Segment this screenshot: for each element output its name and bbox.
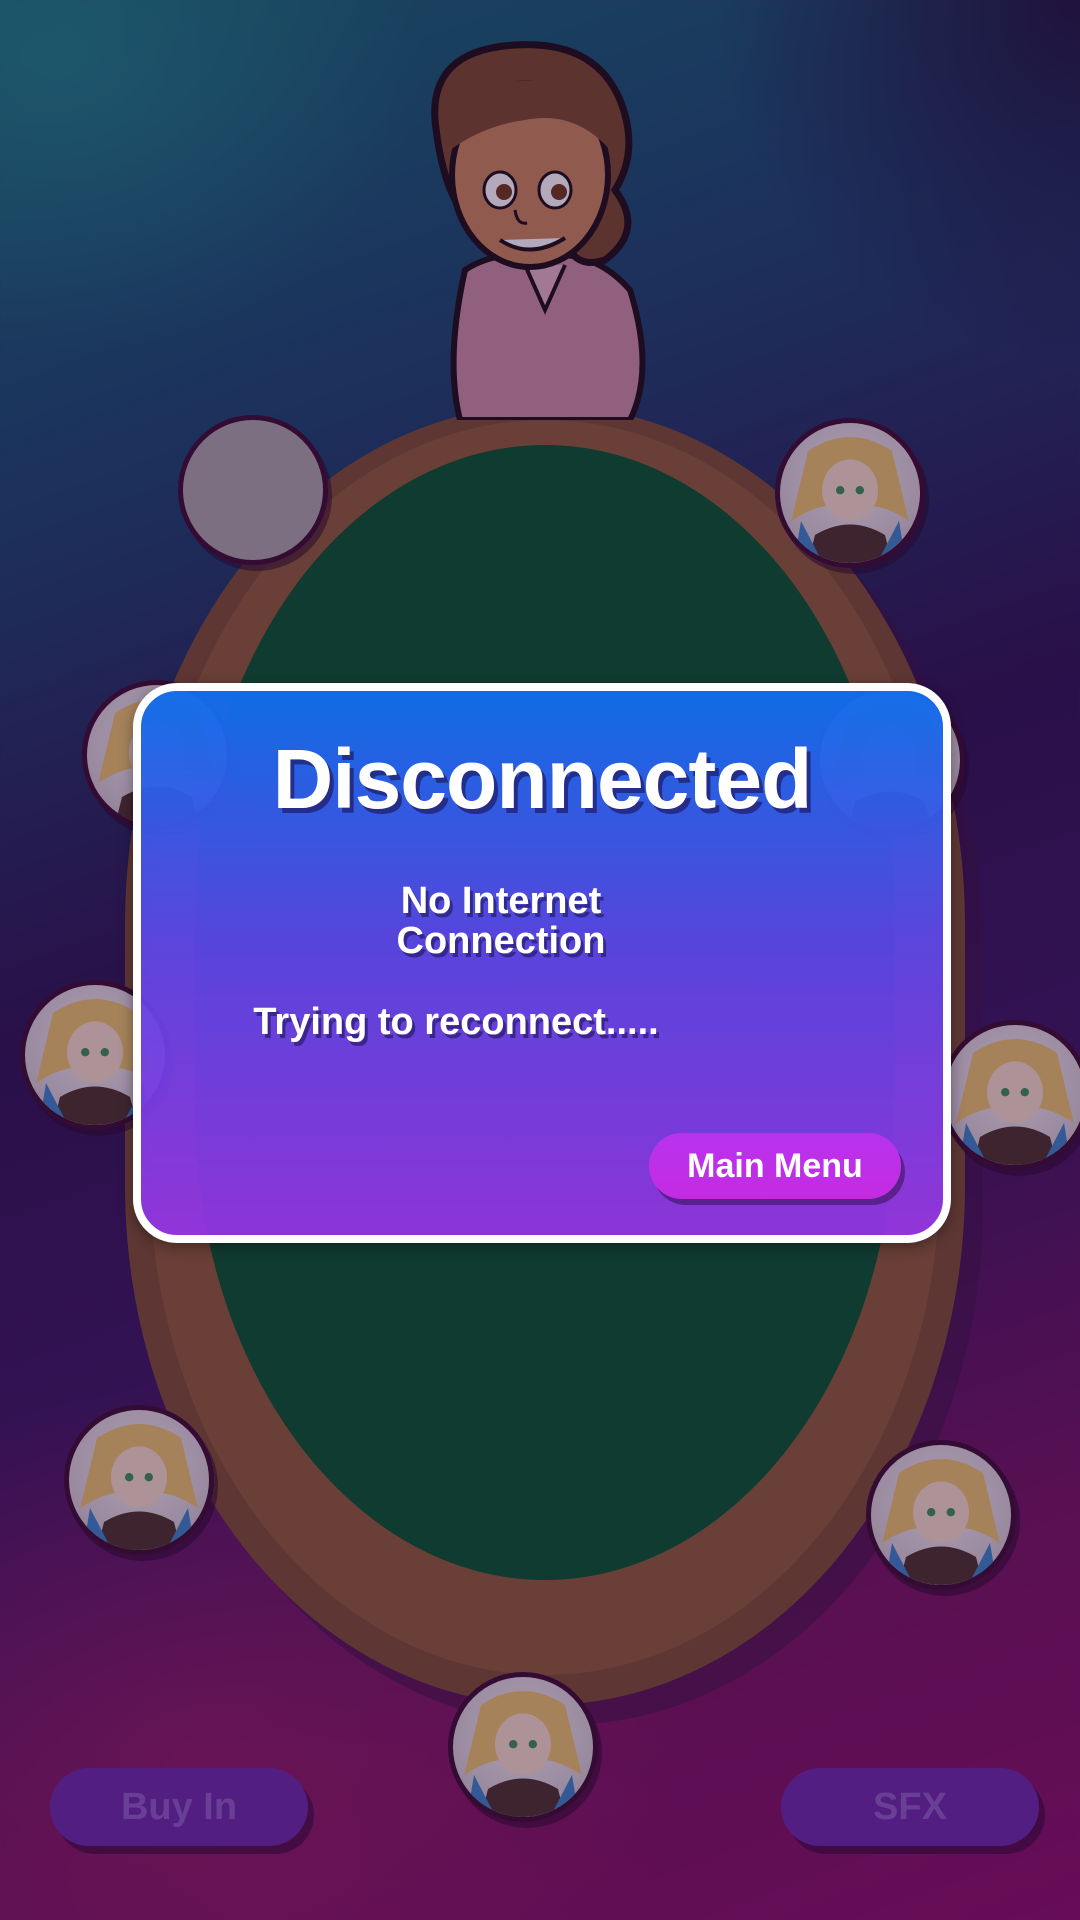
reconnect-status: Trying to reconnect..... (253, 1001, 659, 1043)
main-menu-button[interactable]: Main Menu (649, 1133, 901, 1199)
dialog-message: No Internet Connection (396, 880, 606, 962)
dialog-title: Disconnected (272, 732, 813, 826)
disconnected-dialog: Disconnected No Internet Connection Tryi… (133, 683, 951, 1243)
